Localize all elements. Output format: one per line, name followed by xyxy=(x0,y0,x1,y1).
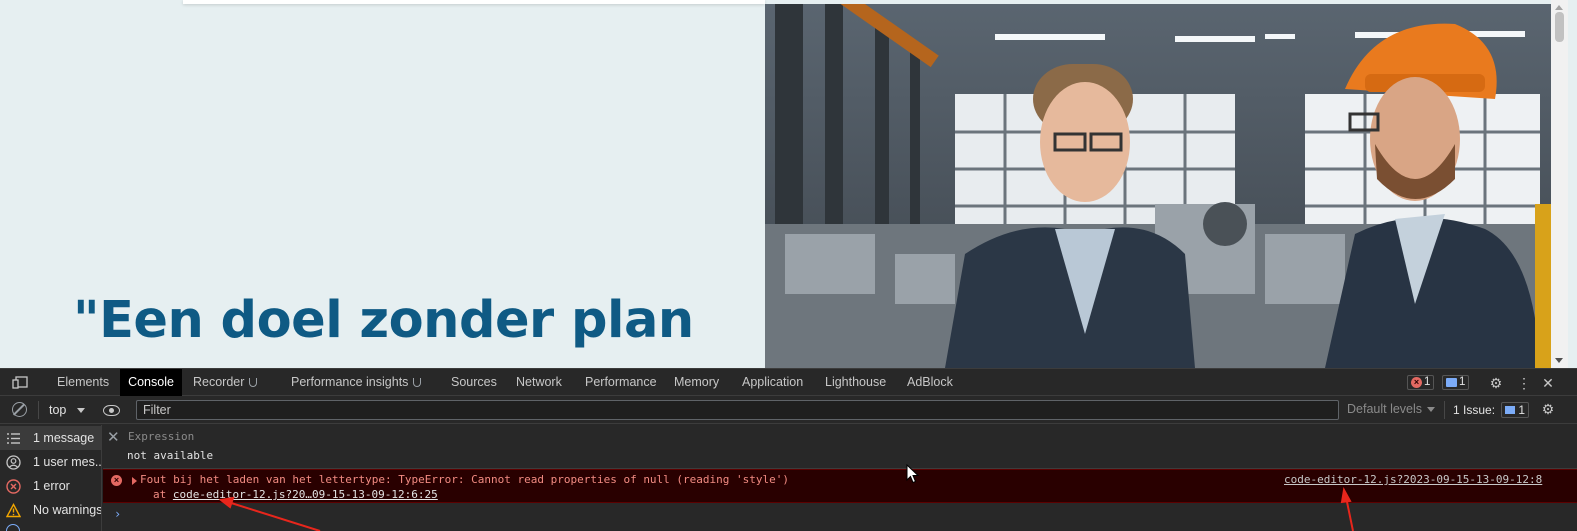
mouse-cursor-icon xyxy=(906,464,920,484)
experiment-icon xyxy=(413,378,422,387)
tab-adblock[interactable]: AdBlock xyxy=(907,369,953,396)
expression-value: not available xyxy=(127,449,214,462)
hero-photo xyxy=(765,4,1551,368)
warning-icon xyxy=(6,503,21,518)
tab-recorder-label: Recorder xyxy=(193,375,245,389)
sidebar-item-label: 1 error xyxy=(33,479,70,493)
error-count-badge[interactable]: × 1 xyxy=(1407,375,1435,390)
page-scrollbar[interactable] xyxy=(1551,0,1568,368)
tab-network[interactable]: Network xyxy=(516,369,562,396)
factory-photo-illustration xyxy=(765,4,1551,368)
tab-memory[interactable]: Memory xyxy=(674,369,719,396)
sidebar-item-user-messages[interactable]: 1 user mes... xyxy=(0,450,101,474)
live-expression-row: ✕ Expression not available xyxy=(103,425,1577,469)
issues-button[interactable]: 1 Issue: 1 xyxy=(1444,401,1530,419)
sidebar-item-warnings[interactable]: No warnings xyxy=(0,498,101,522)
expand-triangle-icon[interactable] xyxy=(132,477,137,485)
chevron-down-icon xyxy=(1427,407,1436,412)
issue-icon xyxy=(1505,406,1516,414)
stack-prefix: at xyxy=(153,488,173,501)
error-message-row[interactable]: × Fout bij het laden van het lettertype:… xyxy=(103,469,1577,503)
error-count: 1 xyxy=(1424,376,1431,388)
tab-performance-insights[interactable]: Performance insights xyxy=(291,369,422,396)
scroll-up-icon[interactable] xyxy=(1555,5,1563,10)
user-icon xyxy=(6,455,21,470)
context-value: top xyxy=(49,403,67,417)
error-icon: × xyxy=(111,475,122,486)
remove-expression-close-icon[interactable]: ✕ xyxy=(107,428,120,446)
sidebar-item-label: No warnings xyxy=(33,503,101,517)
tab-elements[interactable]: Elements xyxy=(57,369,109,396)
expression-label[interactable]: Expression xyxy=(128,430,194,443)
top-card xyxy=(183,0,765,4)
sidebar-item-label: 1 message xyxy=(33,431,95,445)
scroll-down-icon[interactable] xyxy=(1555,358,1563,363)
log-levels-value: Default levels xyxy=(1347,402,1423,416)
settings-gear-icon[interactable]: ⚙ xyxy=(1488,375,1504,391)
console-settings-gear-icon[interactable]: ⚙ xyxy=(1540,401,1556,417)
issues-label: 1 Issue: xyxy=(1453,403,1496,417)
tab-application[interactable]: Application xyxy=(742,369,803,396)
experiment-icon xyxy=(249,378,258,387)
info-icon xyxy=(6,524,20,531)
tab-performance-insights-label: Performance insights xyxy=(291,375,409,389)
error-icon: × xyxy=(1411,377,1422,388)
scroll-thumb[interactable] xyxy=(1555,12,1564,42)
issues-count: 1 xyxy=(1518,403,1526,417)
stack-source-link[interactable]: code-editor-12.js?20…09-15-13-09-12:6:25 xyxy=(173,488,438,501)
clear-console-icon[interactable] xyxy=(12,402,27,417)
list-icon xyxy=(7,433,20,444)
sidebar-item-errors[interactable]: 1 error xyxy=(0,474,101,498)
console-sidebar: 1 message 1 user mes... 1 error No warni… xyxy=(0,425,102,531)
tab-sources[interactable]: Sources xyxy=(451,369,497,396)
message-count-badge[interactable]: 1 xyxy=(1442,375,1470,390)
device-toolbar-icon[interactable] xyxy=(12,376,28,389)
more-options-icon[interactable]: ⋮ xyxy=(1516,375,1532,391)
console-toolbar: top Default levels 1 Issue: 1 ⚙ xyxy=(0,396,1577,424)
sidebar-item-label: 1 user mes... xyxy=(33,455,101,469)
chevron-down-icon xyxy=(77,408,85,413)
error-source-link[interactable]: code-editor-12.js?2023-09-15-13-09-12:8 xyxy=(1284,473,1542,486)
console-prompt-chevron-icon[interactable]: › xyxy=(114,507,121,521)
error-message-text: Fout bij het laden van het lettertype: T… xyxy=(140,473,790,486)
page-viewport: "Een doel zonder plan xyxy=(0,0,1577,368)
issues-badge: 1 xyxy=(1501,402,1530,418)
filter-input[interactable] xyxy=(136,400,1339,420)
sidebar-item-messages[interactable]: 1 message xyxy=(0,426,101,450)
devtools-tabbar: Elements Console Recorder Performance in… xyxy=(0,369,1577,396)
tab-console[interactable]: Console xyxy=(120,369,182,396)
quote-heading: "Een doel zonder plan xyxy=(73,291,694,350)
tab-lighthouse[interactable]: Lighthouse xyxy=(825,369,886,396)
tab-recorder[interactable]: Recorder xyxy=(193,369,258,396)
log-levels-select[interactable]: Default levels xyxy=(1347,402,1436,416)
context-select[interactable]: top xyxy=(38,401,98,419)
error-stack-trace: at code-editor-12.js?20…09-15-13-09-12:6… xyxy=(153,488,438,501)
message-icon xyxy=(1446,378,1457,387)
close-devtools-icon[interactable]: ✕ xyxy=(1540,375,1556,391)
console-output: ✕ Expression not available × Fout bij he… xyxy=(103,425,1577,531)
message-count: 1 xyxy=(1459,376,1466,388)
live-expression-eye-icon[interactable] xyxy=(103,405,120,416)
devtools-panel: Elements Console Recorder Performance in… xyxy=(0,368,1577,531)
error-circle-icon xyxy=(6,479,21,494)
tab-performance[interactable]: Performance xyxy=(585,369,657,396)
